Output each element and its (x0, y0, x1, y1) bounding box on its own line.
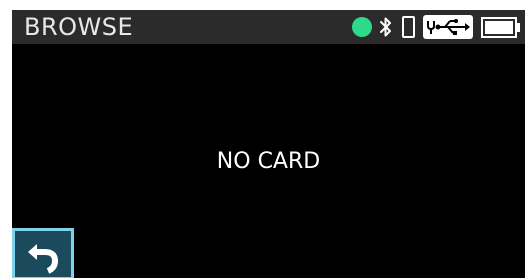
back-button[interactable] (12, 228, 74, 278)
back-arrow-icon (28, 244, 59, 274)
connection-status-icon (352, 17, 372, 37)
device-screen: BROWSE NO CARD (12, 10, 525, 278)
battery-icon (481, 16, 521, 38)
battery-tip (517, 22, 520, 32)
phone-icon (402, 16, 415, 38)
battery-level (485, 20, 513, 34)
page-title: BROWSE (24, 13, 134, 41)
usb-power-badge (423, 15, 473, 39)
usb-power-icon (427, 19, 470, 35)
battery-body (481, 16, 517, 38)
bluetooth-icon (380, 17, 391, 37)
header-bar: BROWSE (12, 10, 525, 44)
status-message: NO CARD (216, 149, 321, 174)
status-bar (352, 14, 521, 40)
